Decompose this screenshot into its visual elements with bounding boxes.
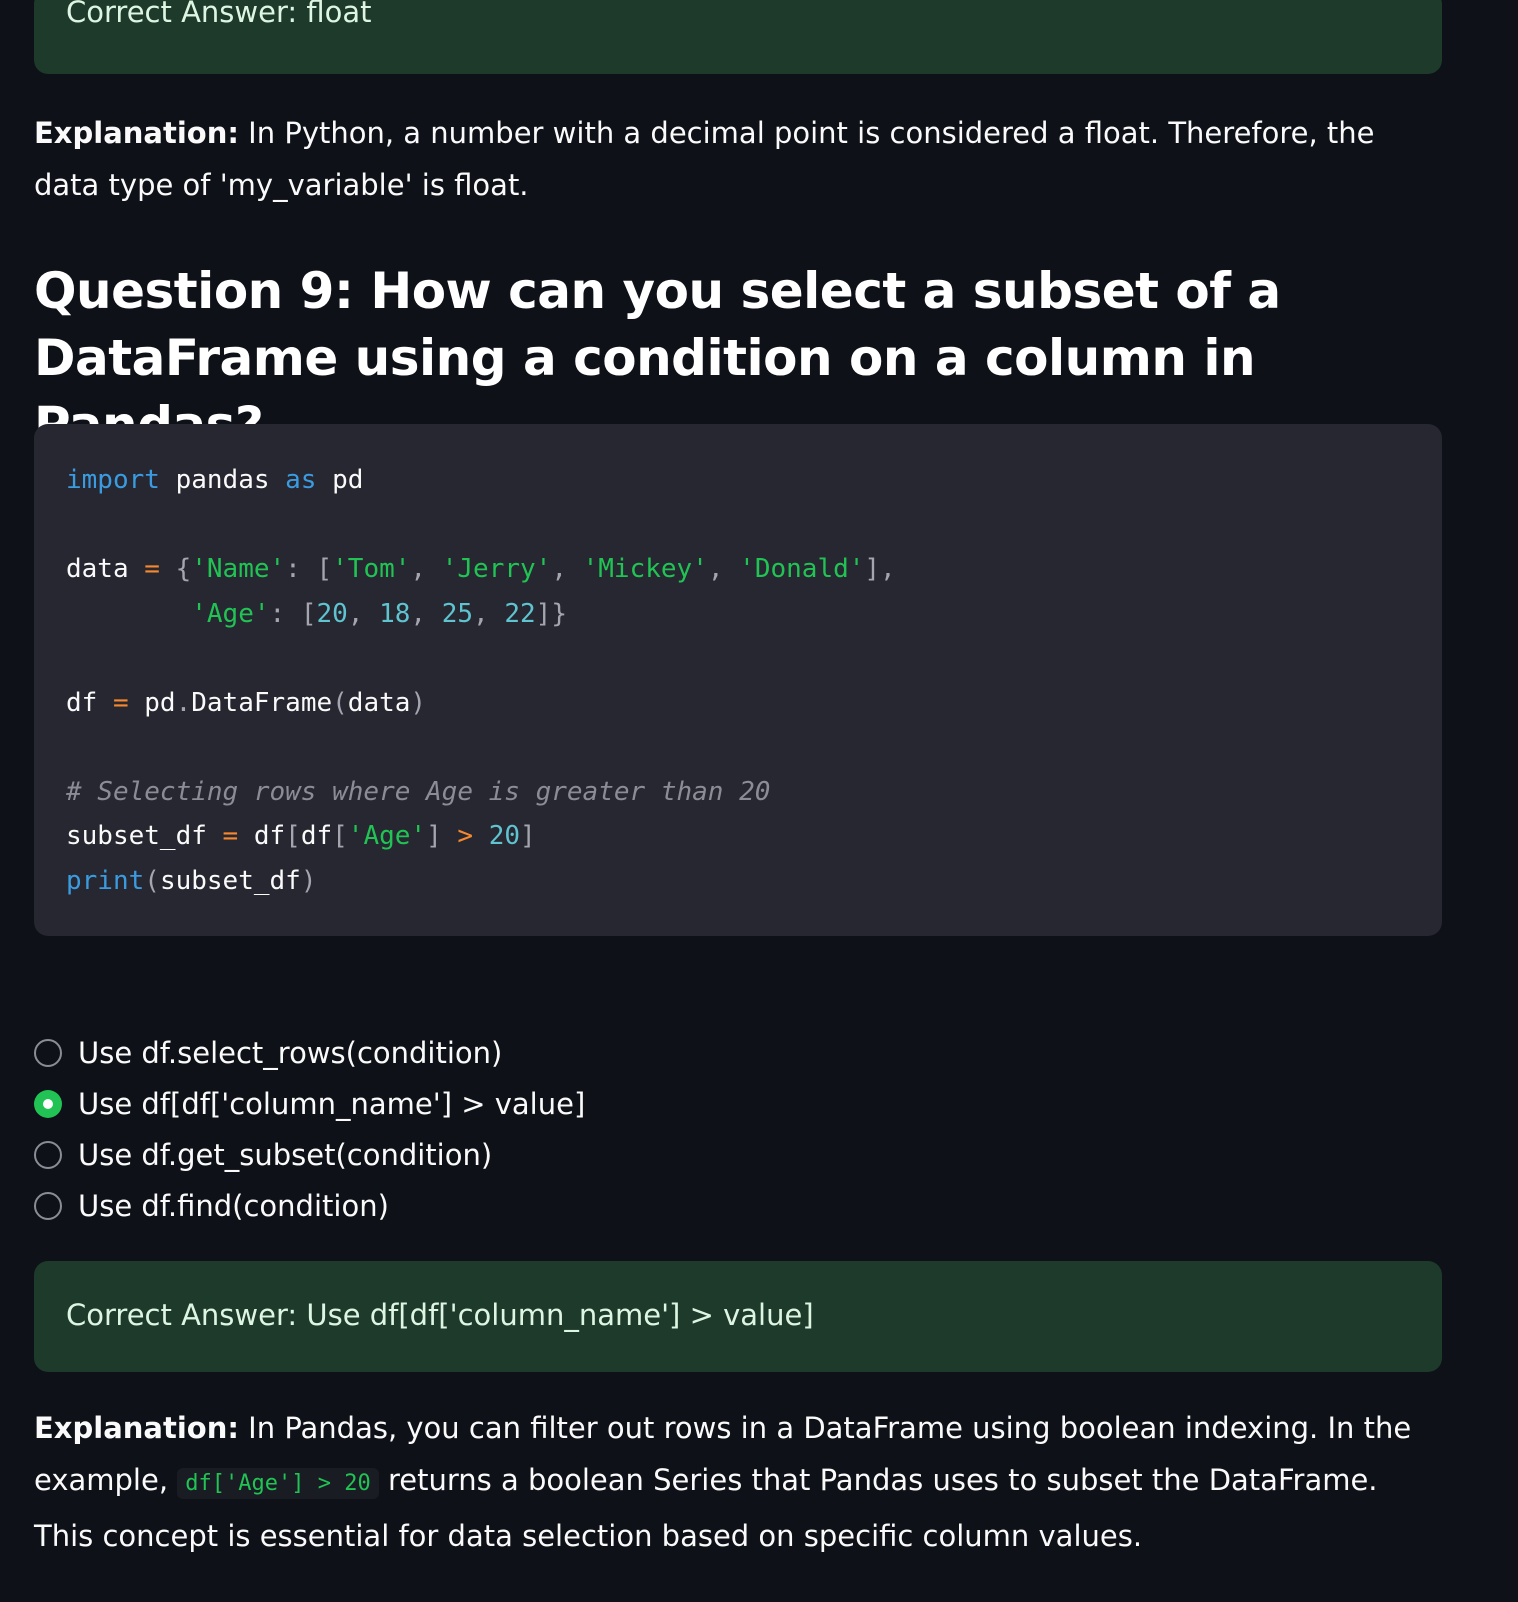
previous-correct-answer-box: Correct Answer: float <box>34 0 1442 74</box>
answer-option[interactable]: Use df.select_rows(condition) <box>34 1027 585 1078</box>
question-explanation: Explanation: In Pandas, you can filter o… <box>34 1402 1444 1562</box>
code-line: print(subset_df) <box>66 865 317 896</box>
radio-checked-icon[interactable] <box>34 1089 62 1118</box>
radio-unchecked-icon[interactable] <box>34 1038 62 1067</box>
answer-option-label: Use df[df['column_name'] > value] <box>78 1086 586 1121</box>
code-line-comment: # Selecting rows where Age is greater th… <box>66 776 771 807</box>
answer-option-selected[interactable]: Use df[df['column_name'] > value] <box>34 1078 585 1129</box>
inline-code: df['Age'] > 20 <box>177 1468 379 1499</box>
answer-radio-group: Use df.select_rows(condition) Use df[df[… <box>34 1027 585 1231</box>
code-line: 'Age': [20, 18, 25, 22]} <box>191 598 567 629</box>
previous-explanation: Explanation: In Python, a number with a … <box>34 107 1444 211</box>
answer-option-label: Use df.select_rows(condition) <box>78 1035 503 1070</box>
correct-answer-text: Correct Answer: Use df[df['column_name']… <box>66 1298 814 1332</box>
answer-option[interactable]: Use df.get_subset(condition) <box>34 1129 585 1180</box>
code-line: data = {'Name': ['Tom', 'Jerry', 'Mickey… <box>66 554 896 584</box>
radio-unchecked-icon[interactable] <box>34 1140 62 1169</box>
code-line: subset_df = df[df['Age'] > 20] <box>66 821 536 851</box>
answer-option-label: Use df.find(condition) <box>78 1188 389 1223</box>
correct-answer-box: Correct Answer: Use df[df['column_name']… <box>34 1261 1442 1372</box>
previous-correct-answer-text: Correct Answer: float <box>66 0 372 29</box>
code-line: df = pd.DataFrame(data) <box>66 687 427 718</box>
radio-unchecked-icon[interactable] <box>34 1191 62 1220</box>
explanation-label: Explanation: <box>34 116 239 150</box>
code-block[interactable]: import pandas as pd data = {'Name': ['To… <box>34 424 1442 936</box>
answer-option[interactable]: Use df.find(condition) <box>34 1180 585 1231</box>
explanation-label: Explanation: <box>34 1411 239 1445</box>
answer-option-label: Use df.get_subset(condition) <box>78 1137 493 1172</box>
code-line: import pandas as pd <box>66 465 364 495</box>
quiz-page: Correct Answer: float Explanation: In Py… <box>0 0 1518 1602</box>
